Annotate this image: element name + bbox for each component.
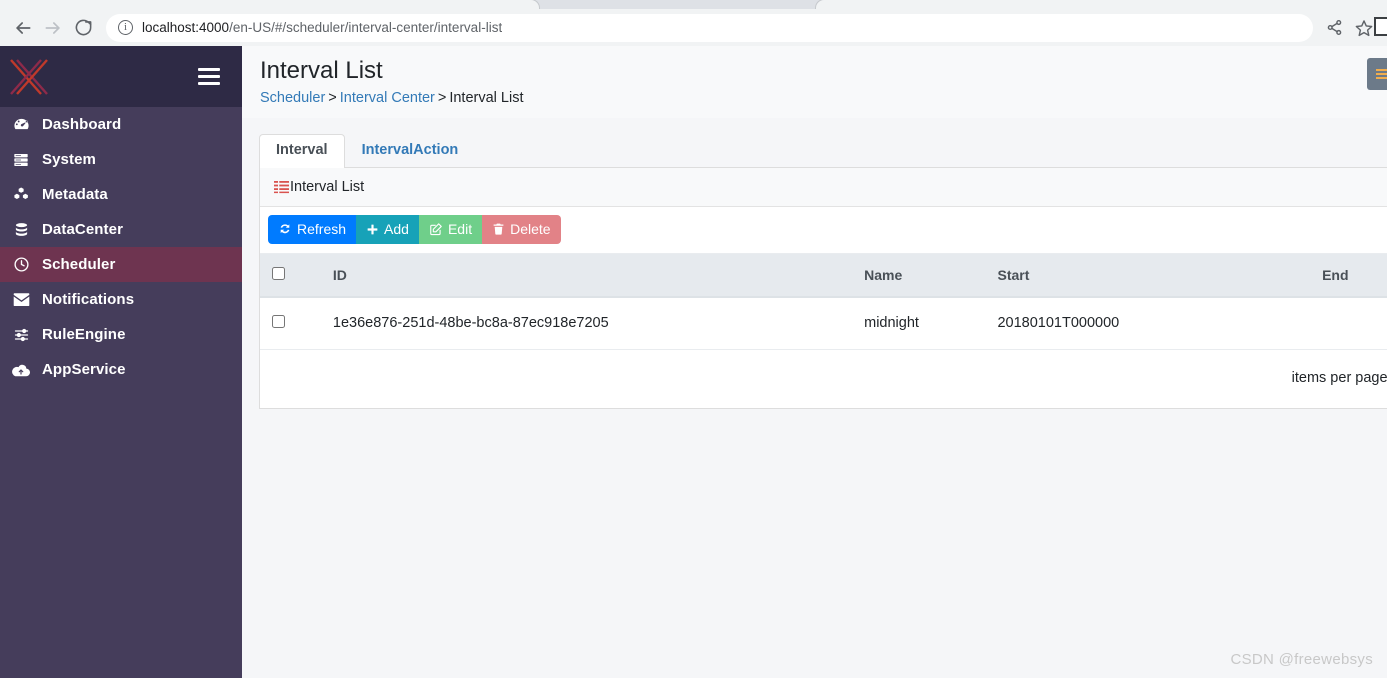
column-header-name[interactable]: Name [856,254,990,298]
browser-tab-strip [0,0,1387,9]
action-button-group: Refresh Add Edit Delete [268,215,561,244]
main-content: Interval List Scheduler > Interval Center >… [242,46,1387,678]
sliders-icon [0,327,42,343]
sidebar-item-label: DataCenter [42,221,124,238]
table-body: 1e36e876-251d-48be-bc8a-87ec918e7205 midn… [260,297,1387,350]
forward-arrow-icon[interactable] [38,13,68,43]
address-bar[interactable]: i localhost:4000/en-US/#/scheduler/inter… [106,13,1313,42]
breadcrumb-separator: > [437,90,447,106]
add-button-label: Add [384,221,409,237]
page-options-button[interactable] [1367,58,1387,90]
refresh-button[interactable]: Refresh [268,215,357,244]
sidebar-item-system[interactable]: System [0,142,242,177]
row-checkbox[interactable] [272,314,285,328]
sidebar-item-dashboard[interactable]: Dashboard [0,107,242,142]
url-path: /en-US/#/scheduler/interval-center/inter… [229,20,503,35]
cubes-icon [0,186,42,203]
cell-start: 20180101T000000 [989,297,1315,350]
cloud-upload-icon [0,363,42,377]
sidebar-item-label: AppService [42,361,126,378]
sidebar-item-label: Dashboard [42,116,122,133]
sidebar-item-scheduler[interactable]: Scheduler [0,247,242,282]
reload-icon[interactable] [68,13,98,43]
page-header: Interval List Scheduler > Interval Center >… [242,46,1387,118]
interval-panel: Interval List Refresh Add Edit Delete ID Na… [259,168,1387,409]
interval-table: ID Name Start End Interval RunOnce 1e36e… [260,254,1387,350]
extension-square-icon[interactable] [1374,17,1387,36]
browser-chrome: i localhost:4000/en-US/#/scheduler/inter… [0,0,1387,46]
page-title: Interval List [260,57,383,84]
watermark: CSDN @freewebsys [1230,651,1373,668]
edit-button-label: Edit [447,221,473,237]
breadcrumb-item-scheduler[interactable]: Scheduler [260,90,325,106]
browser-tab[interactable] [815,0,1387,9]
browser-tab[interactable] [0,0,540,9]
cell-id: 1e36e876-251d-48be-bc8a-87ec918e7205 [324,297,857,350]
url-text: localhost:4000/en-US/#/scheduler/interva… [142,20,502,35]
tab-bar: Interval IntervalAction [259,134,1387,168]
plus-icon [366,223,379,236]
sidebar-item-label: System [42,151,96,168]
app-container: Dashboard System Metadata DataCenter Schedul… [0,46,1387,678]
sidebar-item-label: RuleEngine [42,326,126,343]
table-head: ID Name Start End Interval RunOnce [260,254,1387,298]
sidebar-header [0,46,242,107]
select-all-header [260,254,325,298]
tab-interval[interactable]: Interval [259,134,345,168]
table-header-row: ID Name Start End Interval RunOnce [260,254,1387,298]
info-icon[interactable]: i [118,20,133,35]
sidebar-item-label: Scheduler [42,256,116,273]
delete-button[interactable]: Delete [482,215,561,244]
sidebar-item-label: Notifications [42,291,135,308]
breadcrumb: Scheduler > Interval Center > Interval List [260,90,1387,106]
tab-intervalaction[interactable]: IntervalAction [345,134,476,167]
delete-button-label: Delete [510,221,551,237]
sidebar-item-datacenter[interactable]: DataCenter [0,212,242,247]
refresh-icon [278,222,292,236]
items-per-page-label: items per page [1291,370,1387,386]
back-arrow-icon[interactable] [8,13,38,43]
panel-title: Interval List [290,179,365,195]
row-select-cell [260,297,325,350]
sidebar-nav: Dashboard System Metadata DataCenter Schedul… [0,107,242,387]
sidebar: Dashboard System Metadata DataCenter Schedul… [0,46,242,678]
panel-header: Interval List [260,168,1387,207]
share-icon[interactable] [1319,13,1349,43]
server-icon [0,152,42,168]
sidebar-item-label: Metadata [42,186,108,203]
x-logo [10,58,48,95]
refresh-button-label: Refresh [297,221,347,237]
select-all-checkbox[interactable] [272,267,285,280]
envelope-icon [0,292,42,307]
list-icon [274,180,289,194]
sidebar-item-notifications[interactable]: Notifications [0,282,242,317]
cell-end [1314,297,1387,350]
tachometer-icon [0,116,42,133]
browser-toolbar: i localhost:4000/en-US/#/scheduler/inter… [0,9,1387,46]
action-toolbar: Refresh Add Edit Delete [260,207,1387,254]
sidebar-item-ruleengine[interactable]: RuleEngine [0,317,242,352]
trash-icon [492,222,505,236]
column-header-start[interactable]: Start [989,254,1315,298]
hamburger-menu-icon[interactable] [198,68,220,85]
database-icon [0,221,42,238]
interval-card: Interval IntervalAction Interval List Re… [259,134,1387,409]
pagination: items per page 5102550 « Previous Next » [260,349,1387,408]
sidebar-item-metadata[interactable]: Metadata [0,177,242,212]
breadcrumb-item-interval-list: Interval List [449,90,524,106]
add-button[interactable]: Add [356,215,419,244]
breadcrumb-item-interval-center[interactable]: Interval Center [340,90,435,106]
clock-icon [0,256,42,273]
breadcrumb-separator: > [328,90,337,106]
table-row[interactable]: 1e36e876-251d-48be-bc8a-87ec918e7205 midn… [260,297,1387,350]
cell-name: midnight [856,297,990,350]
sidebar-item-appservice[interactable]: AppService [0,352,242,387]
edit-button[interactable]: Edit [418,215,483,244]
url-host: localhost:4000 [142,20,230,35]
options-bars-icon [1376,69,1387,79]
pencil-square-icon [429,222,443,236]
column-header-end[interactable]: End [1314,254,1387,298]
column-header-id[interactable]: ID [324,254,857,298]
